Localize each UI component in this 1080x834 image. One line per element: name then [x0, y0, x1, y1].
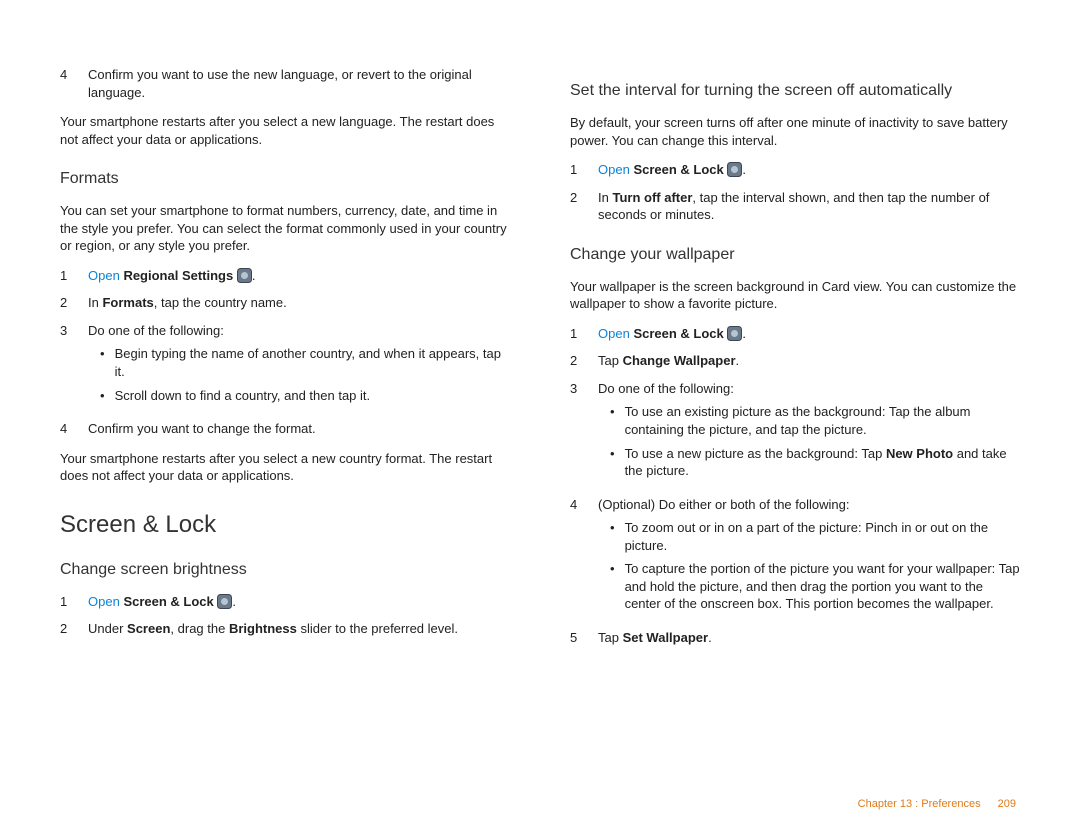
step-number: 2 [570, 352, 582, 370]
bullet-item: To zoom out or in on a part of the pictu… [610, 519, 1020, 554]
step-text: (Optional) Do either or both of the foll… [598, 496, 1020, 619]
screen-lock-icon [727, 326, 742, 341]
list-item: 5 Tap Set Wallpaper. [570, 629, 1020, 647]
step-text: Tap Change Wallpaper. [598, 352, 1020, 370]
list-item: 4(Optional) Do either or both of the fol… [570, 496, 1020, 619]
step-text: Open Screen & Lock . [88, 593, 510, 611]
right-column: Set the interval for turning the screen … [570, 60, 1020, 658]
list-item: 2 Under Screen, drag the Brightness slide… [60, 620, 510, 638]
step-text: Open Regional Settings . [88, 267, 510, 285]
left-column: 4 Confirm you want to use the new langua… [60, 60, 510, 658]
list-item: 2 In Formats, tap the country name. [60, 294, 510, 312]
step-number: 1 [60, 267, 72, 285]
step-number: 1 [570, 325, 582, 343]
bullet-item: To use a new picture as the background: … [610, 445, 1020, 480]
body-text: You can set your smartphone to format nu… [60, 202, 510, 255]
bullet-item: To capture the portion of the picture yo… [610, 560, 1020, 613]
section-heading-wallpaper: Change your wallpaper [570, 246, 1020, 264]
step-text: Tap Set Wallpaper. [598, 629, 1020, 647]
step-text: Open Screen & Lock . [598, 161, 1020, 179]
list-item: 4 Confirm you want to use the new langua… [60, 66, 510, 101]
step-number: 2 [60, 620, 72, 638]
list-item: 1 Open Screen & Lock . [570, 161, 1020, 179]
step-number: 4 [60, 66, 72, 101]
list-item: 3Do one of the following:To use an exist… [570, 380, 1020, 486]
open-link[interactable]: Open [88, 594, 120, 609]
section-heading-brightness: Change screen brightness [60, 561, 510, 579]
step-text: Open Screen & Lock . [598, 325, 1020, 343]
step-number: 2 [60, 294, 72, 312]
bullet-item: To use an existing picture as the backgr… [610, 403, 1020, 438]
step-number: 3 [60, 322, 72, 410]
body-text: By default, your screen turns off after … [570, 114, 1020, 149]
steps-formats: 1 Open Regional Settings . 2 In Formats, ta… [60, 267, 510, 438]
footer-page: 209 [998, 798, 1016, 810]
list-item: 4 Confirm you want to change the format. [60, 420, 510, 438]
step-number: 4 [60, 420, 72, 438]
list-item: 1 Open Regional Settings . [60, 267, 510, 285]
step-number: 1 [570, 161, 582, 179]
step-number: 3 [570, 380, 582, 486]
section-heading-formats: Formats [60, 170, 510, 188]
section-heading-screen-lock: Screen & Lock [60, 511, 510, 539]
open-link[interactable]: Open [598, 162, 630, 177]
list-item: 2 Tap Change Wallpaper. [570, 352, 1020, 370]
body-text: Your smartphone restarts after you selec… [60, 113, 510, 148]
steps-wallpaper: 1 Open Screen & Lock . 2 Tap Change Wallpap… [570, 325, 1020, 647]
step-number: 2 [570, 189, 582, 224]
steps-auto-off: 1 Open Screen & Lock . 2 In Turn off after,… [570, 161, 1020, 224]
step-number: 5 [570, 629, 582, 647]
body-text: Your wallpaper is the screen background … [570, 278, 1020, 313]
step-text: In Formats, tap the country name. [88, 294, 510, 312]
step-text: Confirm you want to change the format. [88, 420, 510, 438]
step-text: In Turn off after, tap the interval show… [598, 189, 1020, 224]
steps-brightness: 1 Open Screen & Lock . 2 Under Screen, drag… [60, 593, 510, 638]
section-heading-auto-off: Set the interval for turning the screen … [570, 82, 1020, 100]
step-text: Confirm you want to use the new language… [88, 66, 510, 101]
screen-lock-icon [727, 162, 742, 177]
step-text: Do one of the following:Begin typing the… [88, 322, 510, 410]
screen-lock-icon [217, 594, 232, 609]
open-link[interactable]: Open [88, 268, 120, 283]
list-item: 1 Open Screen & Lock . [60, 593, 510, 611]
list-item: 2 In Turn off after, tap the interval sho… [570, 189, 1020, 224]
regional-settings-icon [237, 268, 252, 283]
list-item: 3Do one of the following:Begin typing th… [60, 322, 510, 410]
bullet-item: Begin typing the name of another country… [100, 345, 510, 380]
step-number: 1 [60, 593, 72, 611]
page-footer: Chapter 13 : Preferences 209 [858, 798, 1016, 810]
open-link[interactable]: Open [598, 326, 630, 341]
step-text: Under Screen, drag the Brightness slider… [88, 620, 510, 638]
step-text: Do one of the following:To use an existi… [598, 380, 1020, 486]
bullet-item: Scroll down to find a country, and then … [100, 387, 510, 405]
footer-chapter: Chapter 13 : Preferences [858, 798, 981, 810]
list-item: 1 Open Screen & Lock . [570, 325, 1020, 343]
step-number: 4 [570, 496, 582, 619]
body-text: Your smartphone restarts after you selec… [60, 450, 510, 485]
